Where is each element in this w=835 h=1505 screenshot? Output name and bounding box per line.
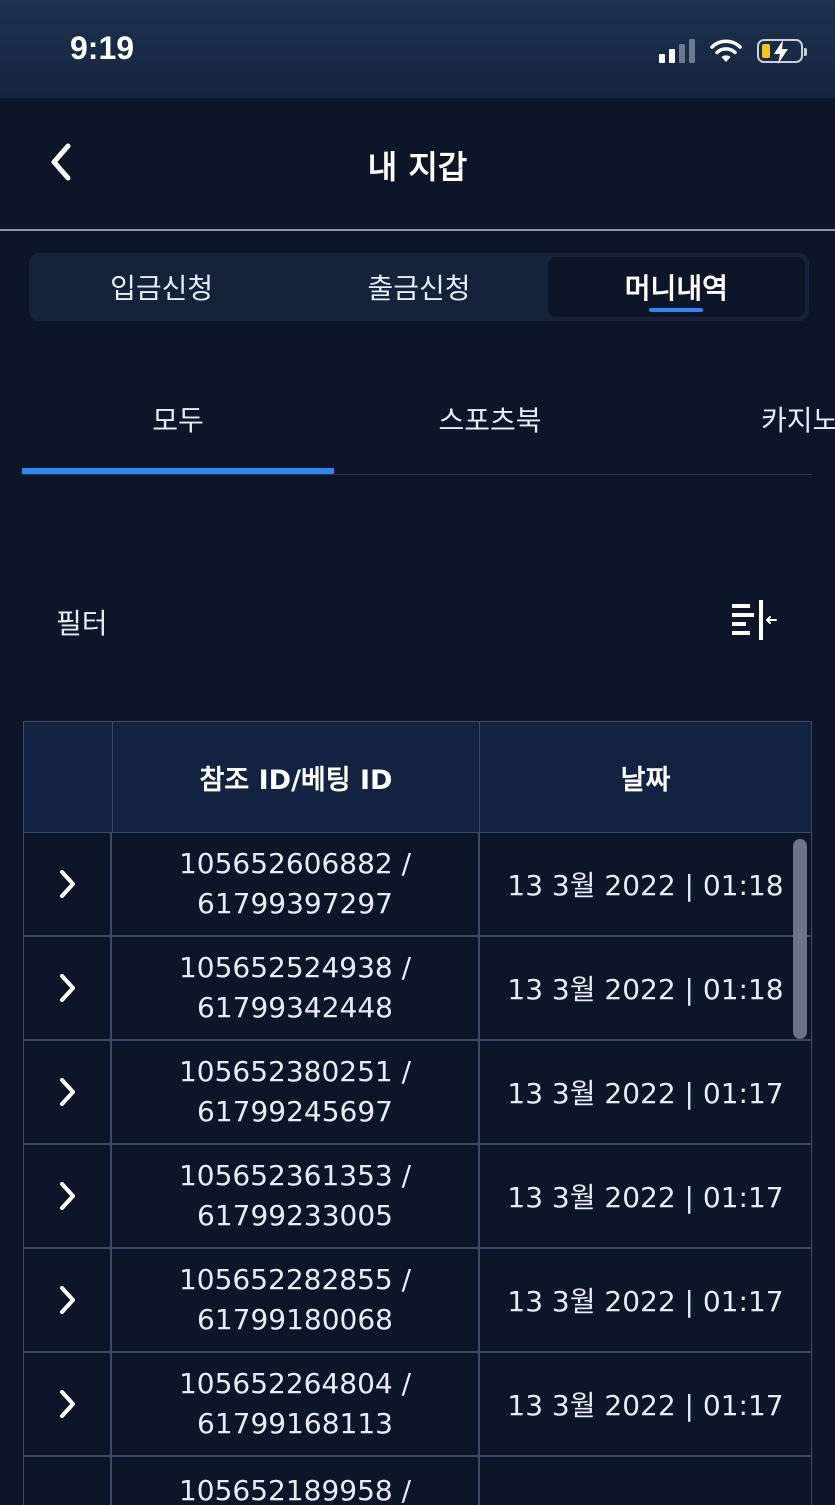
status-time: 9:19 (70, 30, 135, 66)
chevron-right-icon (60, 870, 75, 898)
bet-id: 61799342448 (197, 991, 393, 1024)
table-row[interactable]: 105652282855 / 61799180068 13 3월 2022 | … (23, 1249, 812, 1353)
tab-withdraw-request[interactable]: 출금신청 (290, 257, 547, 317)
bet-id: 61799180068 (197, 1303, 393, 1336)
bet-id: 61799245697 (197, 1095, 393, 1128)
date-cell (480, 1457, 811, 1505)
reference-id: 105652380251 / (178, 1055, 412, 1088)
reference-id-cell: 105652606882 / 61799397297 (112, 833, 480, 935)
category-tabs: 모두 스포츠북 카지노 (22, 370, 835, 476)
table-header-date: 날짜 (620, 764, 671, 796)
filter-label: 필터 (56, 607, 108, 640)
tab-all[interactable]: 모두 (22, 370, 334, 468)
table-row[interactable]: 105652361353 / 61799233005 13 3월 2022 | … (23, 1145, 812, 1249)
expand-row-button[interactable] (24, 1353, 112, 1455)
header-divider (0, 229, 835, 231)
chevron-right-icon (60, 1390, 75, 1418)
table-scrollbar[interactable] (793, 839, 807, 1039)
date-cell: 13 3월 2022 | 01:18 (507, 973, 784, 1006)
table-row[interactable]: 105652524938 / 61799342448 13 3월 2022 | … (23, 937, 812, 1041)
expand-row-button[interactable] (24, 1249, 112, 1351)
table-header-expand (24, 722, 113, 832)
status-bar: 9:19 (0, 0, 835, 98)
date-cell: 13 3월 2022 | 01:18 (507, 869, 784, 902)
tab-money-history[interactable]: 머니내역 (547, 257, 805, 317)
expand-row-button[interactable] (24, 1041, 112, 1143)
reference-id: 105652361353 / (178, 1159, 412, 1192)
table-header: 참조 ID/베팅 ID 날짜 (23, 721, 812, 833)
expand-row-button[interactable] (24, 833, 112, 935)
chevron-right-icon (60, 1286, 75, 1314)
reference-id-cell: 105652524938 / 61799342448 (112, 937, 480, 1039)
bet-id: 61799168113 (197, 1407, 393, 1440)
status-icons (659, 36, 807, 66)
battery-charging-icon (757, 39, 807, 64)
date-cell: 13 3월 2022 | 01:17 (507, 1181, 784, 1214)
reference-id: 105652282855 / (178, 1263, 412, 1296)
reference-id: 105652524938 / (178, 951, 412, 984)
money-history-table: 참조 ID/베팅 ID 날짜 105652606882 / 6179939729… (23, 721, 812, 1505)
date-cell: 13 3월 2022 | 01:17 (507, 1389, 784, 1422)
active-tab-indicator (649, 308, 704, 312)
expand-row-button[interactable] (24, 1145, 112, 1247)
expand-row-button[interactable] (24, 937, 112, 1039)
chevron-right-icon (60, 1078, 75, 1106)
date-cell: 13 3월 2022 | 01:17 (507, 1285, 784, 1318)
table-row[interactable]: 105652606882 / 61799397297 13 3월 2022 | … (23, 833, 812, 937)
reference-id-cell: 105652282855 / 61799180068 (112, 1249, 480, 1351)
expand-row-button[interactable] (24, 1457, 112, 1505)
tab-deposit-request[interactable]: 입금신청 (33, 257, 290, 317)
reference-id-cell: 105652380251 / 61799245697 (112, 1041, 480, 1143)
category-divider (22, 474, 812, 475)
wifi-icon (710, 39, 742, 62)
date-cell: 13 3월 2022 | 01:17 (507, 1077, 784, 1110)
sort-filter-icon[interactable] (728, 598, 780, 644)
reference-id-cell: 105652361353 / 61799233005 (112, 1145, 480, 1247)
chevron-right-icon (60, 1182, 75, 1210)
tab-casino[interactable]: 카지노 (646, 370, 835, 468)
table-header-reference-id: 참조 ID/베팅 ID (113, 722, 480, 832)
reference-id: 105652189958 / (178, 1474, 412, 1505)
tab-sportsbook[interactable]: 스포츠북 (334, 370, 646, 468)
bet-id: 61799233005 (197, 1199, 393, 1232)
reference-id: 105652606882 / (178, 847, 412, 880)
app-header: 내 지갑 (0, 98, 835, 230)
reference-id-cell: 105652264804 / 61799168113 (112, 1353, 480, 1455)
table-row[interactable]: 105652189958 / (23, 1457, 812, 1505)
page-title: 내 지갑 (367, 148, 468, 186)
chevron-right-icon (60, 974, 75, 1002)
wallet-tabs: 입금신청 출금신청 머니내역 (29, 253, 809, 321)
reference-id-cell: 105652189958 / (112, 1457, 480, 1505)
table-row[interactable]: 105652264804 / 61799168113 13 3월 2022 | … (23, 1353, 812, 1457)
cellular-signal-icon (659, 39, 695, 63)
bet-id: 61799397297 (197, 887, 393, 920)
reference-id: 105652264804 / (178, 1367, 412, 1400)
table-row[interactable]: 105652380251 / 61799245697 13 3월 2022 | … (23, 1041, 812, 1145)
